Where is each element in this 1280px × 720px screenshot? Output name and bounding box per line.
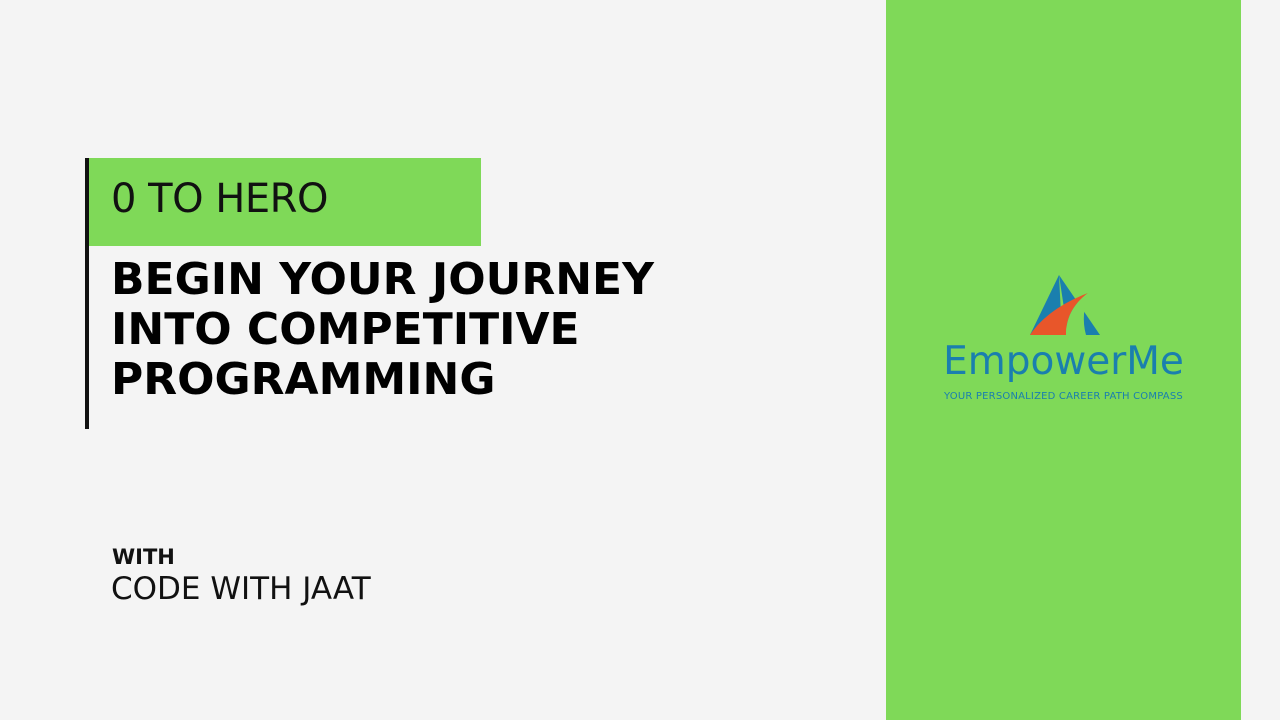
logo-panel: EmpowerMe YOUR PERSONALIZED CAREER PATH …	[886, 0, 1241, 720]
headline-line: INTO COMPETITIVE	[111, 304, 580, 355]
headline-line: PROGRAMMING	[111, 354, 496, 405]
headline: BEGIN YOUR JOURNEY INTO COMPETITIVE PROG…	[111, 255, 811, 405]
with-label: WITH	[112, 545, 175, 569]
series-badge-label: 0 TO HERO	[111, 176, 328, 222]
title-slide: 0 TO HERO BEGIN YOUR JOURNEY INTO COMPET…	[0, 0, 1280, 720]
series-badge: 0 TO HERO	[89, 158, 481, 246]
triangle-path-logo-icon	[1030, 275, 1100, 335]
headline-line: BEGIN YOUR JOURNEY	[111, 254, 654, 305]
brand-tagline: YOUR PERSONALIZED CAREER PATH COMPASS	[944, 391, 1183, 402]
author-name: CODE WITH JAAT	[111, 571, 371, 607]
brand-name: EmpowerMe	[943, 339, 1184, 384]
